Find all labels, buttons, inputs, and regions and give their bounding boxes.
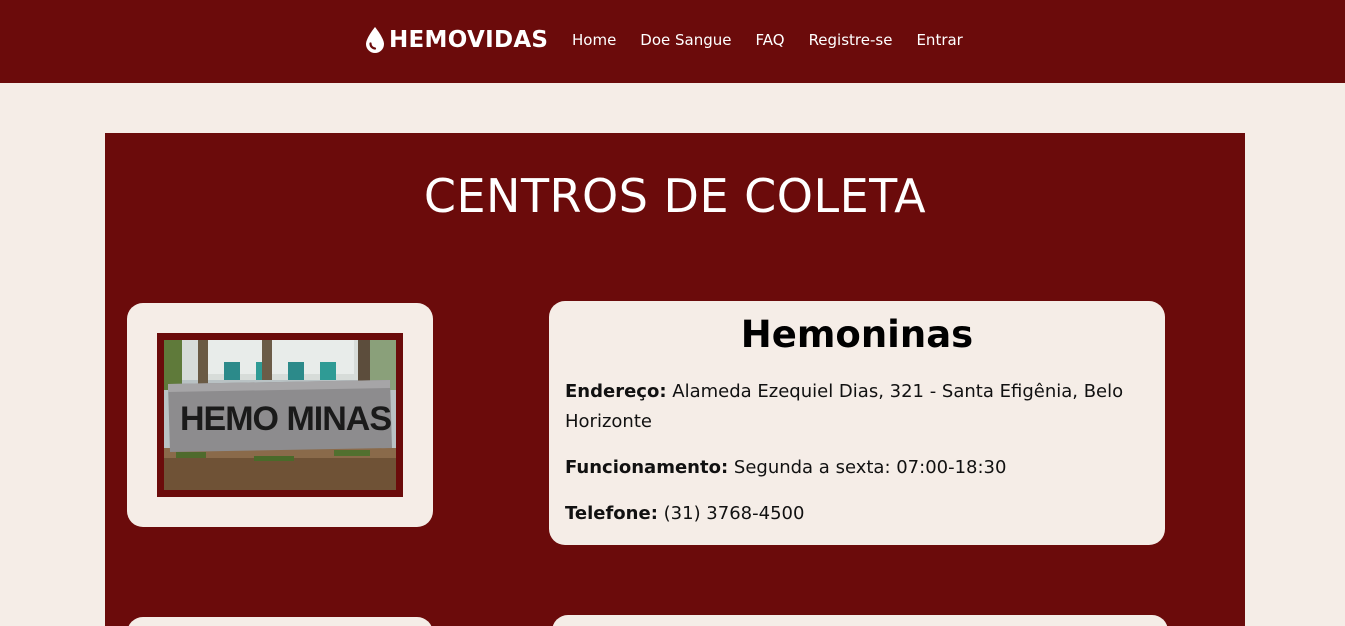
brand-logo-link[interactable]: HEMOVIDAS: [364, 24, 548, 56]
hours-label: Funcionamento:: [565, 457, 729, 478]
center-name: Hemoninas: [740, 313, 974, 356]
phone-value: (31) 3768-4500: [663, 503, 805, 524]
center-address: Endereço: Alameda Ezequiel Dias, 321 - S…: [565, 377, 1125, 437]
photo-sign-text: HEMO MINAS: [180, 400, 391, 438]
next-center-image-card: [127, 617, 433, 626]
collection-centers-panel: CENTROS DE COLETA HEMO MINAS Hemoninas E…: [105, 133, 1245, 626]
nav-register-link[interactable]: Registre-se: [809, 31, 893, 49]
nav-login-link[interactable]: Entrar: [916, 31, 962, 49]
center-phone: Telefone: (31) 3768-4500: [565, 499, 1125, 529]
navbar: HEMOVIDAS Home Doe Sangue FAQ Registre-s…: [0, 0, 1345, 83]
main-nav: Home Doe Sangue FAQ Registre-se Entrar: [572, 30, 963, 52]
nav-home-link[interactable]: Home: [572, 31, 616, 49]
page-title: CENTROS DE COLETA: [423, 169, 927, 223]
center-image-card: HEMO MINAS: [127, 303, 433, 527]
center-photo: HEMO MINAS: [157, 333, 403, 497]
blood-drop-icon: [364, 26, 386, 54]
nav-donate-link[interactable]: Doe Sangue: [640, 31, 731, 49]
phone-label: Telefone:: [565, 503, 658, 524]
hours-value: Segunda a sexta: 07:00-18:30: [733, 457, 1007, 478]
next-center-info-card: [552, 615, 1168, 626]
center-info-card: Hemoninas Endereço: Alameda Ezequiel Dia…: [549, 301, 1165, 545]
center-hours: Funcionamento: Segunda a sexta: 07:00-18…: [565, 453, 1125, 483]
nav-faq-link[interactable]: FAQ: [756, 31, 785, 49]
address-label: Endereço:: [565, 381, 667, 402]
brand-name: HEMOVIDAS: [389, 27, 549, 53]
